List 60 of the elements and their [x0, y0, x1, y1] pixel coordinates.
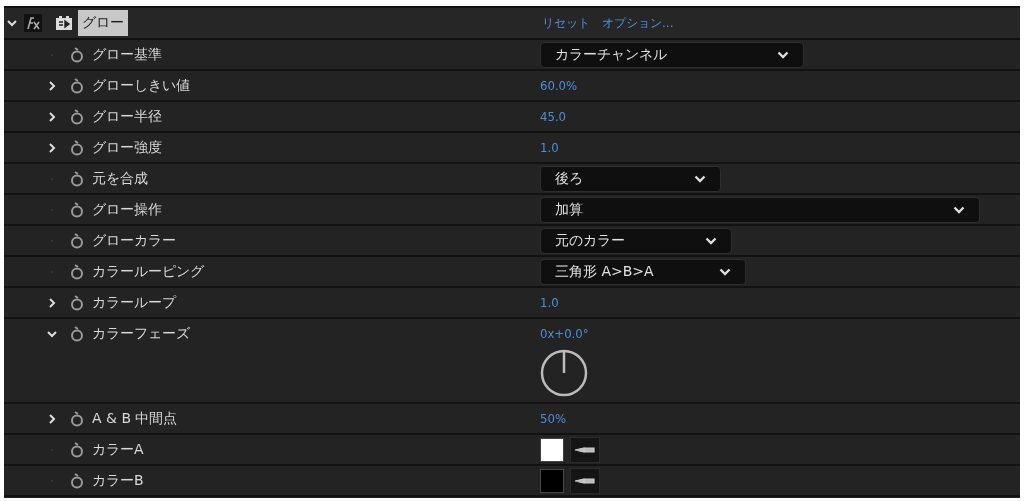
- property-label: グロー強度: [92, 138, 162, 157]
- stopwatch-icon[interactable]: [70, 325, 84, 342]
- property-label: カラーB: [92, 471, 144, 490]
- twirl-chevron-icon[interactable]: [46, 79, 58, 92]
- eyedropper-button[interactable]: [570, 436, 600, 463]
- effect-link[interactable]: リセット: [542, 14, 590, 32]
- fx-icon[interactable]: [24, 14, 42, 32]
- eyedropper-icon: [574, 475, 596, 486]
- eyedropper-button[interactable]: [570, 467, 600, 494]
- stopwatch-icon[interactable]: [70, 294, 84, 311]
- twirl-chevron-icon[interactable]: [46, 296, 58, 309]
- chevron-down-icon: [953, 205, 965, 214]
- twirl-chevron-icon[interactable]: [46, 141, 58, 154]
- stopwatch-icon[interactable]: [70, 410, 84, 427]
- property-label: A & B 中間点: [92, 409, 178, 428]
- value-text[interactable]: 45.0: [540, 109, 567, 124]
- color-swatch[interactable]: [540, 468, 564, 493]
- stopwatch-icon[interactable]: [70, 170, 84, 187]
- stopwatch-icon[interactable]: [70, 441, 84, 458]
- stopwatch-icon[interactable]: [70, 77, 84, 94]
- chevron-down-icon: [694, 174, 706, 183]
- property-label: グロー基準: [92, 45, 162, 64]
- property-label: カラールーピング: [92, 262, 204, 281]
- dropdown[interactable]: 後ろ: [540, 165, 721, 192]
- property-label: カラーA: [92, 440, 144, 459]
- property-label: グロー半径: [92, 107, 162, 126]
- color-swatch[interactable]: [540, 437, 564, 462]
- chevron-down-icon: [719, 267, 731, 276]
- dropdown[interactable]: 元のカラー: [540, 227, 732, 254]
- dropdown[interactable]: 加算: [540, 196, 980, 223]
- twirl-chevron-icon[interactable]: [46, 412, 58, 425]
- property-label: グロー操作: [92, 200, 162, 219]
- twirl-chevron-icon[interactable]: [46, 110, 58, 123]
- value-text[interactable]: 1.0: [540, 140, 559, 155]
- value-text[interactable]: 1.0: [540, 295, 559, 310]
- chevron-down-icon: [705, 236, 717, 245]
- angle-dial-icon[interactable]: [540, 349, 588, 397]
- chevron-down-icon: [777, 50, 789, 59]
- value-text[interactable]: 50%: [540, 411, 566, 426]
- property-label: カラーフェーズ: [92, 324, 190, 343]
- property-label: 元を合成: [92, 169, 148, 188]
- twirl-chevron-icon[interactable]: [6, 17, 18, 29]
- stopwatch-icon[interactable]: [70, 46, 84, 63]
- stopwatch-icon[interactable]: [70, 201, 84, 218]
- stopwatch-icon[interactable]: [70, 108, 84, 125]
- dropdown[interactable]: 三角形 A>B>A: [540, 258, 746, 285]
- property-label: グローしきい値: [92, 76, 190, 95]
- effect-type-icon: [56, 16, 72, 30]
- stopwatch-icon[interactable]: [70, 232, 84, 249]
- stopwatch-icon[interactable]: [70, 472, 84, 489]
- property-label: カラーループ: [92, 293, 176, 312]
- stopwatch-icon[interactable]: [70, 139, 84, 156]
- property-label: グローカラー: [92, 231, 176, 250]
- eyedropper-icon: [574, 444, 596, 455]
- stopwatch-icon[interactable]: [70, 263, 84, 280]
- effect-link[interactable]: オプション...: [602, 14, 674, 32]
- dropdown[interactable]: カラーチャンネル: [540, 41, 804, 68]
- value-text[interactable]: 60.0%: [540, 78, 578, 93]
- value-text[interactable]: 0x+0.0°: [540, 326, 589, 341]
- effect-name[interactable]: グロー: [78, 10, 128, 36]
